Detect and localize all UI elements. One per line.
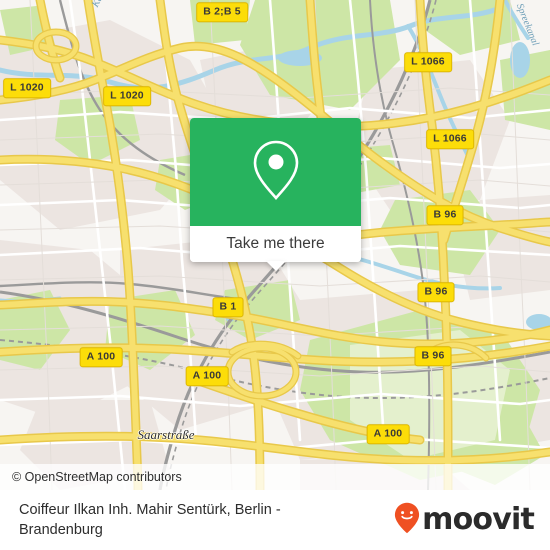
road-shield: L 1066 xyxy=(404,52,452,72)
moovit-brand[interactable]: moovit xyxy=(394,502,550,539)
road-shield: A 100 xyxy=(79,347,123,367)
road-shield: B 1 xyxy=(212,297,244,317)
map-pin-icon xyxy=(249,138,303,207)
take-me-there-label: Take me there xyxy=(226,235,325,252)
street-label-saarstrasse: Saarstraße xyxy=(137,427,195,442)
road-shield: B 96 xyxy=(414,346,452,366)
road-shield: A 100 xyxy=(185,366,229,386)
moovit-smiley-pin-icon xyxy=(394,502,420,539)
road-shield: L 1020 xyxy=(3,78,51,98)
road-shield: A 100 xyxy=(366,424,410,444)
place-title: Coiffeur Ilkan Inh. Mahir Sentürk, Berli… xyxy=(19,502,281,538)
road-shield: L 1066 xyxy=(426,129,474,149)
location-popup[interactable]: Take me there xyxy=(190,118,361,271)
road-shield: B 96 xyxy=(426,205,464,225)
osm-attribution-text[interactable]: © OpenStreetMap contributors xyxy=(0,470,182,484)
popup-header xyxy=(190,118,361,226)
popup-action-bar[interactable]: Take me there xyxy=(190,226,361,262)
road-shield: B 2;B 5 xyxy=(196,2,248,22)
map-attribution-bar: © OpenStreetMap contributors xyxy=(0,464,550,490)
moovit-wordmark: moovit xyxy=(422,502,535,537)
footer-bar: Coiffeur Ilkan Inh. Mahir Sentürk, Berli… xyxy=(0,490,550,550)
map-container[interactable]: B 2;B 5 L 1020 L 1020 L 1066 L 1066 B 96… xyxy=(0,0,550,490)
popup-pointer-tail xyxy=(265,261,286,271)
road-shield: B 96 xyxy=(417,282,455,302)
road-shield: L 1020 xyxy=(103,86,151,106)
